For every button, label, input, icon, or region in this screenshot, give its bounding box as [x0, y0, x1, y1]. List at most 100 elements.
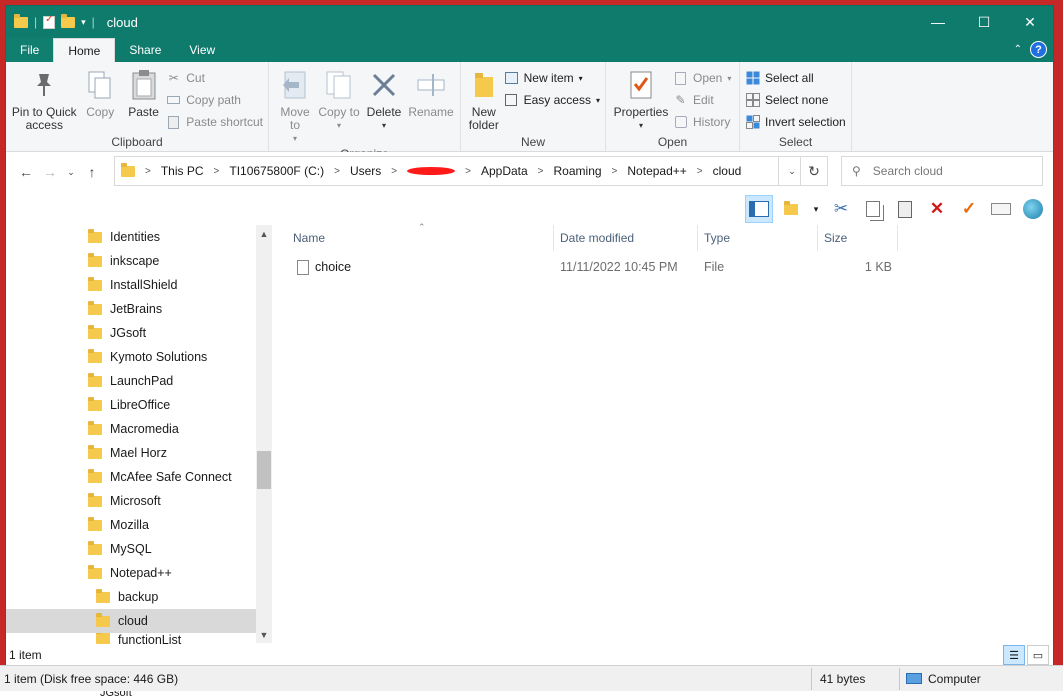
new-item-button[interactable]: New item▾ — [504, 69, 600, 87]
breadcrumb-users[interactable]: Users — [350, 164, 381, 178]
breadcrumb-this-pc[interactable]: This PC — [161, 164, 204, 178]
nav-scrollbar[interactable]: ▲ ▼ — [256, 225, 272, 643]
open-button[interactable]: Open▾ — [673, 69, 731, 87]
column-size[interactable]: Size — [818, 225, 898, 251]
refresh-icon[interactable]: ↻ — [800, 156, 828, 186]
rename-label: Rename — [408, 106, 453, 119]
breadcrumb-appdata[interactable]: AppData — [481, 164, 528, 178]
scroll-thumb[interactable] — [257, 451, 271, 489]
tree-item[interactable]: JetBrains — [6, 297, 272, 321]
tree-item[interactable]: inkscape — [6, 249, 272, 273]
invert-selection-button[interactable]: Invert selection — [745, 113, 846, 131]
forward-arrow-icon[interactable]: → — [38, 164, 62, 180]
cut-button[interactable]: ✂Cut — [166, 69, 263, 87]
back-arrow-icon[interactable]: ← — [14, 164, 38, 180]
folder-options-icon[interactable] — [777, 195, 805, 223]
cut-icon[interactable]: ✂ — [827, 195, 855, 223]
paste-button[interactable]: Paste — [123, 66, 164, 133]
tab-file[interactable]: File — [6, 38, 53, 62]
copy-button[interactable]: Copy — [80, 66, 121, 133]
open-icon — [673, 71, 688, 86]
breadcrumb-cloud[interactable]: cloud — [713, 164, 742, 178]
copy-to-button[interactable]: Copy to▾ — [318, 66, 360, 145]
folder-icon — [88, 376, 102, 387]
minimize-button[interactable]: — — [915, 6, 961, 38]
breadcrumb-drive[interactable]: TI10675800F (C:) — [229, 164, 324, 178]
tab-home[interactable]: Home — [53, 38, 115, 62]
custom-toolbar: ▾ ✂ ✕ ✓ — [6, 192, 1053, 226]
edit-button[interactable]: ✎Edit — [673, 91, 731, 109]
new-folder-button[interactable]: New folder — [466, 66, 502, 133]
shell-icon[interactable] — [1019, 195, 1047, 223]
tree-item[interactable]: LaunchPad — [6, 369, 272, 393]
tab-share[interactable]: Share — [115, 38, 175, 62]
easy-access-label: Easy access — [524, 93, 591, 107]
search-box[interactable]: ⚲ Search cloud — [841, 156, 1043, 186]
folder-icon — [14, 17, 28, 28]
rename-button[interactable]: Rename — [408, 66, 454, 145]
scroll-up-icon[interactable]: ▲ — [256, 225, 272, 242]
properties-quick-icon[interactable]: ✓ — [43, 16, 55, 29]
history-button[interactable]: History — [673, 113, 731, 131]
properties-button[interactable]: Properties▾ — [611, 66, 671, 133]
address-bar[interactable]: > This PC > TI10675800F (C:) > Users > >… — [114, 156, 806, 186]
select-all-button[interactable]: Select all — [745, 69, 846, 87]
tree-item[interactable]: Notepad++ — [6, 561, 272, 585]
breadcrumb-roaming[interactable]: Roaming — [554, 164, 602, 178]
column-name[interactable]: Name — [273, 225, 554, 251]
details-view-icon[interactable]: ☰ — [1003, 645, 1025, 665]
paste-shortcut-button[interactable]: Paste shortcut — [166, 113, 263, 131]
tree-item[interactable]: Macromedia — [6, 417, 272, 441]
tree-item[interactable]: cloud — [6, 609, 272, 633]
paste-icon[interactable] — [891, 195, 919, 223]
up-arrow-icon[interactable]: ↑ — [80, 164, 104, 180]
breadcrumb-notepadpp[interactable]: Notepad++ — [627, 164, 686, 178]
column-date-modified[interactable]: Date modified — [554, 225, 698, 251]
column-type[interactable]: Type — [698, 225, 818, 251]
tree-item-label: InstallShield — [110, 278, 177, 292]
tree-item[interactable]: Microsoft — [6, 489, 272, 513]
large-icons-view-icon[interactable]: ▭ — [1027, 645, 1049, 665]
select-none-button[interactable]: Select none — [745, 91, 846, 109]
help-icon[interactable]: ? — [1030, 41, 1047, 58]
tree-item[interactable]: backup — [6, 585, 272, 609]
tree-item[interactable]: Identities — [6, 225, 272, 249]
tab-view[interactable]: View — [175, 38, 229, 62]
tree-item[interactable]: MySQL — [6, 537, 272, 561]
delete-icon[interactable]: ✕ — [923, 195, 951, 223]
copy-label: Copy — [86, 106, 114, 119]
tree-item[interactable]: Mael Horz — [6, 441, 272, 465]
recent-locations-chevron-icon[interactable]: ⌄ — [62, 167, 80, 178]
folder-icon — [88, 520, 102, 531]
customize-quick-access-icon[interactable]: ▾ — [81, 17, 86, 28]
tree-item-label: Notepad++ — [110, 566, 172, 580]
close-button[interactable]: ✕ — [1007, 6, 1053, 38]
move-to-button[interactable]: Move to▾ — [274, 66, 316, 145]
tree-item[interactable]: Mozilla — [6, 513, 272, 537]
delete-button[interactable]: Delete▾ — [362, 66, 406, 145]
tree-item-label: MySQL — [110, 542, 152, 556]
scroll-down-icon[interactable]: ▼ — [256, 626, 272, 643]
pin-quick-access-button[interactable]: Pin to Quick access — [11, 66, 78, 133]
easy-access-button[interactable]: Easy access▾ — [504, 91, 600, 109]
new-folder-quick-icon[interactable] — [61, 17, 75, 28]
checkmark-icon[interactable]: ✓ — [955, 195, 983, 223]
move-to-label: Move to — [274, 106, 316, 132]
tree-item[interactable]: McAfee Safe Connect — [6, 465, 272, 489]
copy-path-button[interactable]: Copy path — [166, 91, 263, 109]
tree-item[interactable]: Kymoto Solutions — [6, 345, 272, 369]
collapse-ribbon-icon[interactable]: ⌃ — [1014, 44, 1022, 55]
maximize-button[interactable]: ☐ — [961, 6, 1007, 38]
chevron-right-icon: > — [214, 166, 220, 177]
folder-icon — [88, 232, 102, 243]
options-dropdown-icon[interactable]: ▾ — [809, 195, 823, 223]
folder-icon — [96, 592, 110, 603]
tree-item[interactable]: LibreOffice — [6, 393, 272, 417]
file-row[interactable]: choice 11/11/2022 10:45 PM File 1 KB — [273, 254, 1054, 280]
tree-item[interactable]: JGsoft — [6, 321, 272, 345]
open-group: Properties▾ Open▾ ✎Edit History Open — [606, 62, 740, 151]
preview-pane-icon[interactable] — [745, 195, 773, 223]
tree-item[interactable]: InstallShield — [6, 273, 272, 297]
rename-toolbar-icon[interactable] — [987, 195, 1015, 223]
copy-icon[interactable] — [859, 195, 887, 223]
